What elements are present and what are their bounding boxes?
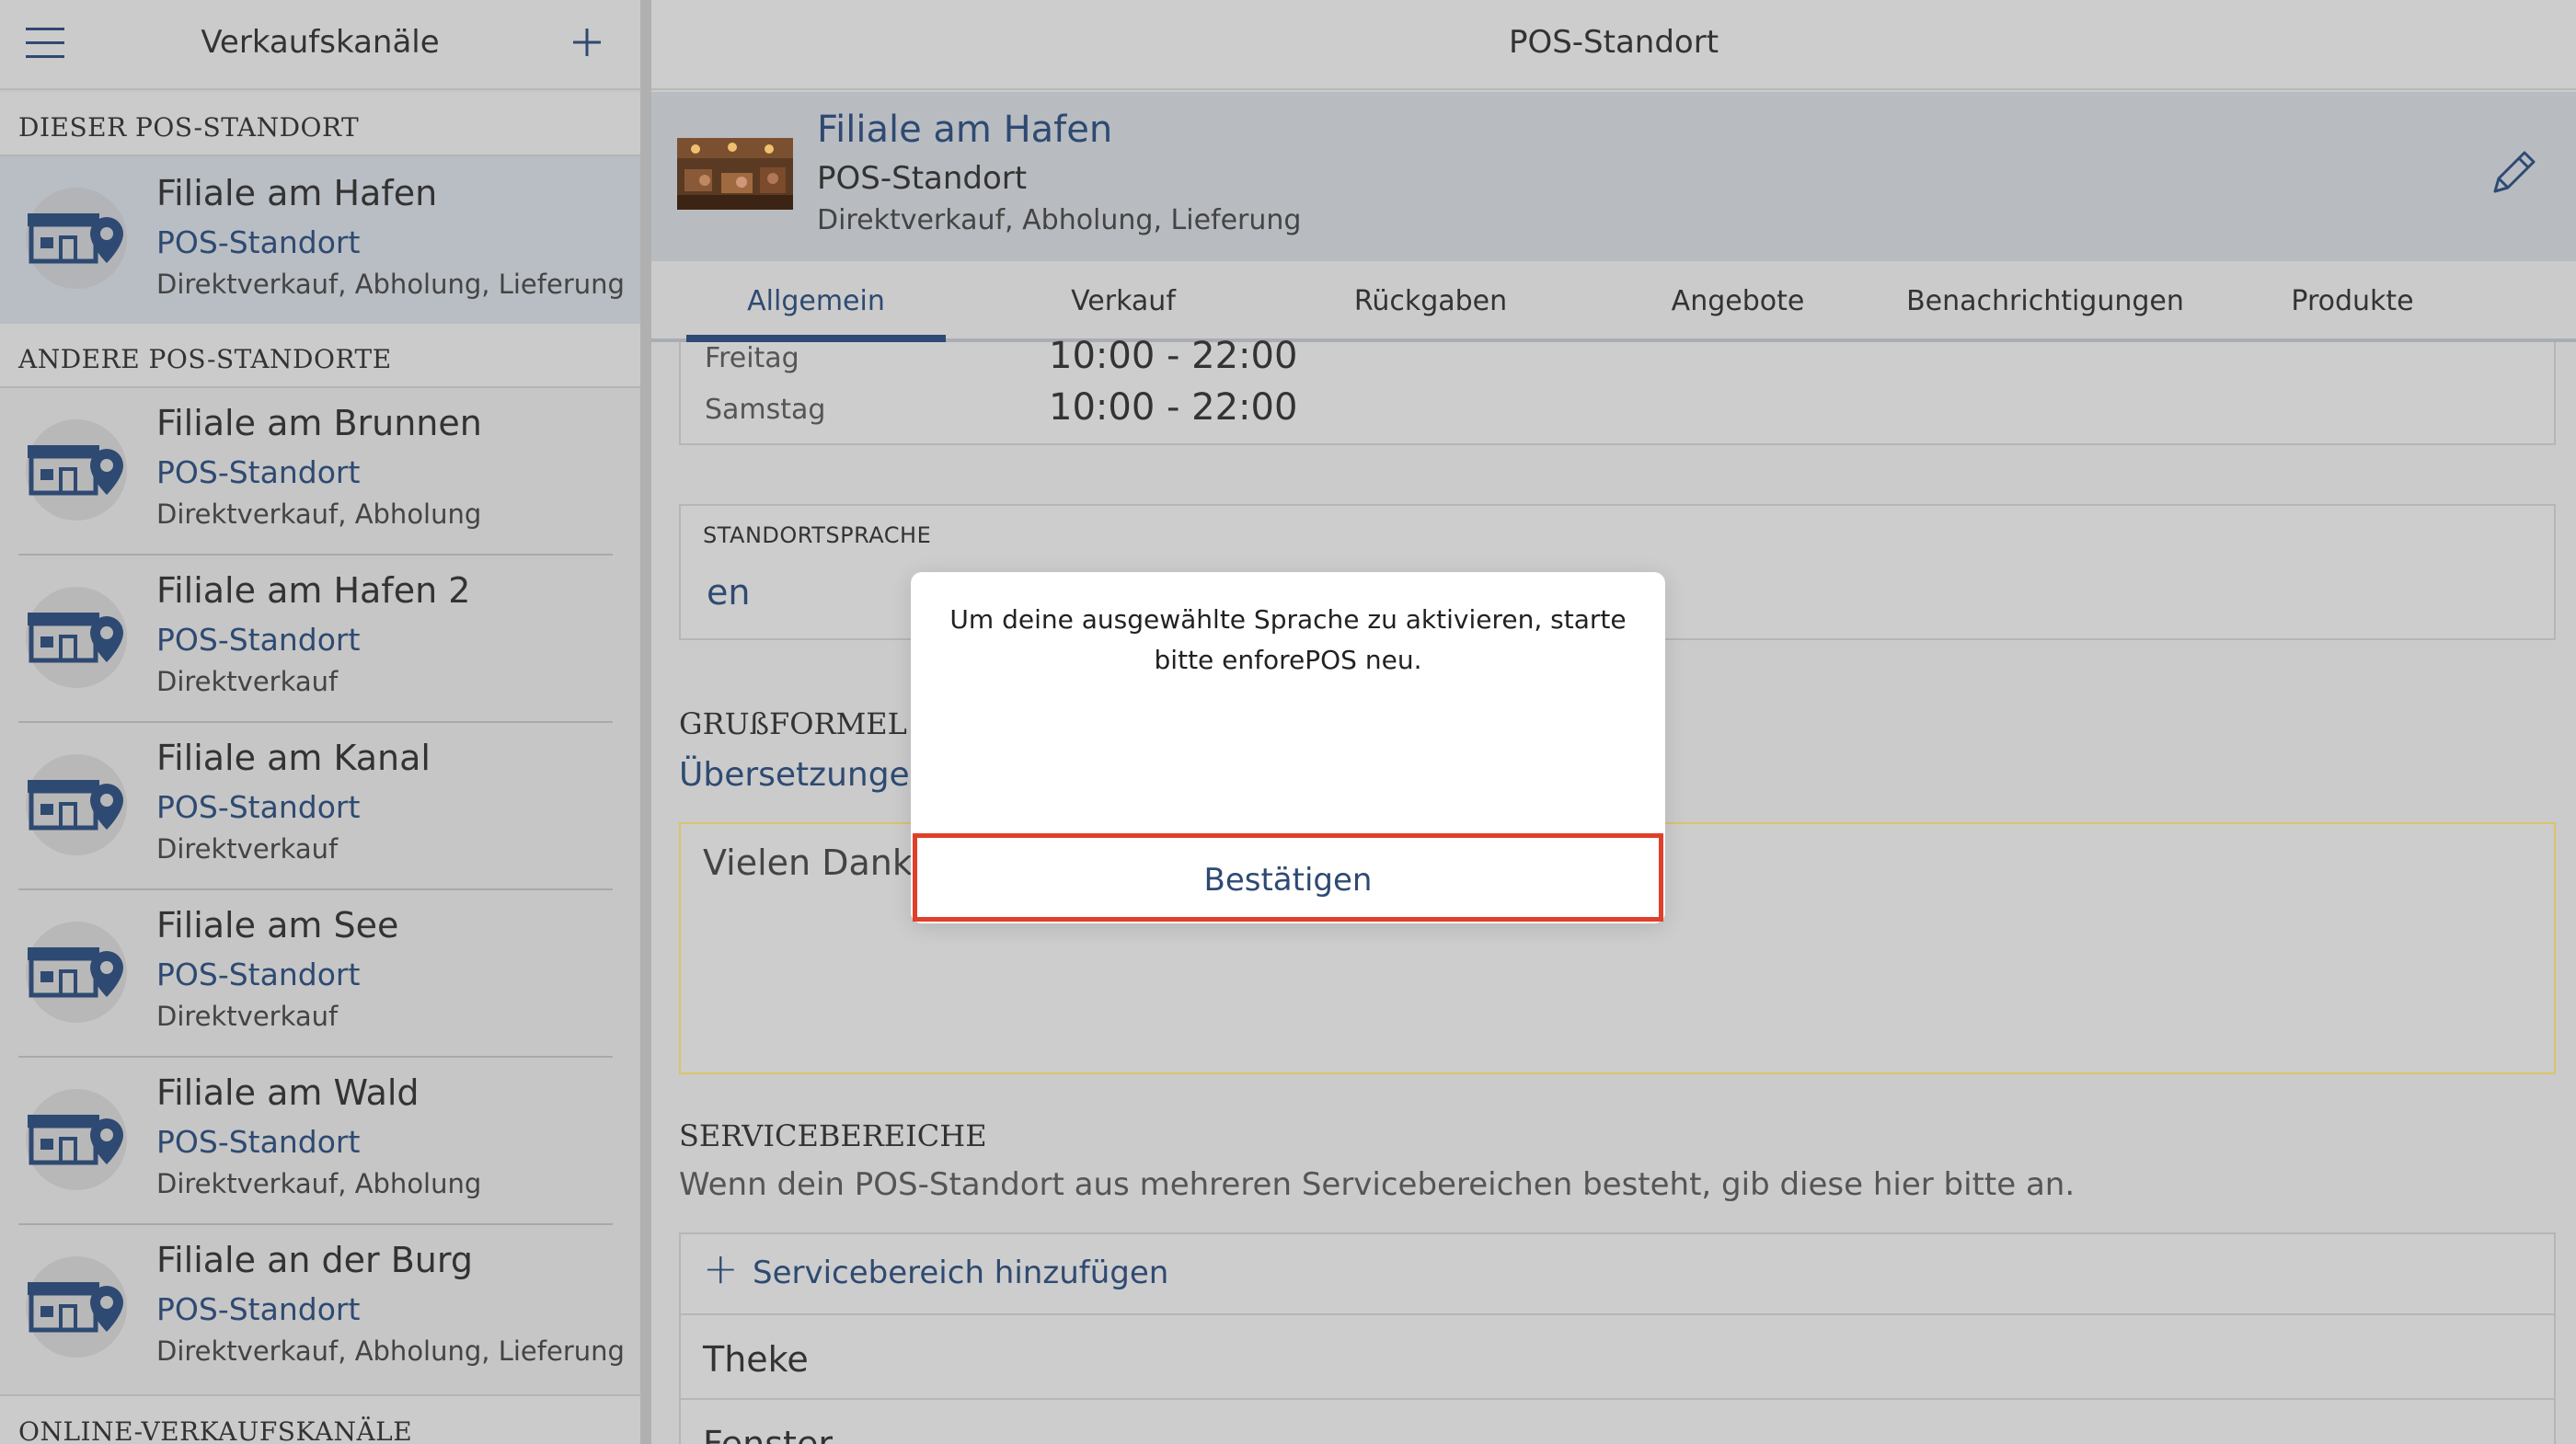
location-summary-card: Filiale am Hafen POS-Standort Direktverk… <box>651 92 2576 261</box>
opening-hours: Freitag 10:00 - 22:00 Samstag 10:00 - 22… <box>679 335 2556 445</box>
service-areas-description: Wenn dein POS-Standort aus mehreren Serv… <box>679 1166 2076 1203</box>
location-name: Filiale am Hafen <box>817 109 1113 151</box>
language-value: en <box>707 572 751 613</box>
sidebar-item-location[interactable]: Filiale am Wald POS-Standort Direktverka… <box>0 1058 640 1225</box>
sidebar-header: Verkaufskanäle <box>0 0 640 90</box>
location-desc: Direktverkauf <box>156 666 339 697</box>
store-location-icon <box>26 1256 127 1358</box>
main-header: POS-Standort <box>651 0 2576 90</box>
greeting-heading: GRUßFORMEL <box>679 706 907 741</box>
service-areas-list: + Servicebereich hinzufügen Theke Fenste… <box>679 1232 2556 1444</box>
location-desc: Direktverkauf, Abholung <box>156 499 482 530</box>
service-area-name: Theke <box>703 1339 809 1380</box>
translations-link[interactable]: Übersetzungen <box>679 756 931 794</box>
location-photo <box>677 138 793 210</box>
location-type: POS-Standort <box>156 789 361 825</box>
pencil-icon[interactable] <box>2486 145 2541 201</box>
location-name: Filiale am Hafen 2 <box>156 570 471 611</box>
location-name: Filiale am Brunnen <box>156 403 482 443</box>
location-name: Filiale an der Burg <box>156 1240 473 1280</box>
service-area-name: Fenster <box>703 1424 833 1444</box>
sidebar-item-location[interactable]: Filiale an der Burg POS-Standort Direktv… <box>0 1225 640 1392</box>
add-channel-button[interactable] <box>565 20 609 64</box>
location-type: POS-Standort <box>156 224 361 260</box>
store-location-icon <box>26 419 127 521</box>
location-desc: Direktverkauf, Abholung <box>156 1168 482 1199</box>
store-location-icon <box>26 188 127 289</box>
location-type: POS-Standort <box>156 1124 361 1160</box>
split-divider <box>640 0 651 1444</box>
tab-produkte[interactable]: Produkte <box>2199 285 2506 317</box>
store-location-icon <box>26 1089 127 1190</box>
language-label: STANDORTSPRACHE <box>703 522 932 548</box>
tab-allgemein[interactable]: Allgemein <box>662 285 970 317</box>
active-tab-indicator <box>686 335 946 342</box>
add-service-area-button[interactable]: + Servicebereich hinzufügen <box>681 1234 2554 1315</box>
location-name: Filiale am Hafen <box>156 173 438 213</box>
hours-time: 10:00 - 22:00 <box>1049 386 1298 429</box>
service-areas-heading: SERVICEBEREICHE <box>679 1118 987 1153</box>
store-location-icon <box>26 587 127 688</box>
sidebar-item-location[interactable]: Filiale am Kanal POS-Standort Direktverk… <box>0 723 640 890</box>
location-desc: Direktverkauf, Abholung, Lieferung <box>156 1335 625 1367</box>
location-name: Filiale am See <box>156 905 399 945</box>
sidebar-item-location[interactable]: Filiale am Brunnen POS-Standort Direktve… <box>0 388 640 556</box>
sidebar-title: Verkaufskanäle <box>201 24 440 61</box>
tab-rueckgaben[interactable]: Rückgaben <box>1277 285 1584 317</box>
location-desc: Direktverkauf <box>156 833 339 865</box>
location-type: POS-Standort <box>817 160 1028 197</box>
plus-icon: + <box>703 1243 739 1293</box>
location-desc: Direktverkauf, Abholung, Lieferung <box>817 204 1302 236</box>
sidebar-item-location[interactable]: Filiale am See POS-Standort Direktverkau… <box>0 890 640 1058</box>
location-desc: Direktverkauf <box>156 1001 339 1032</box>
confirm-button[interactable]: Bestätigen <box>913 833 1663 922</box>
location-type: POS-Standort <box>156 1291 361 1327</box>
hours-day: Freitag <box>705 342 799 374</box>
location-name: Filiale am Wald <box>156 1072 420 1113</box>
section-header-this-location: DIESER POS-STANDORT <box>0 92 640 156</box>
store-location-icon <box>26 754 127 855</box>
add-service-area-label: Servicebereich hinzufügen <box>753 1255 1169 1291</box>
location-type: POS-Standort <box>156 622 361 658</box>
store-location-icon <box>26 922 127 1023</box>
section-header-other-locations: ANDERE POS-STANDORTE <box>0 324 640 388</box>
sidebar-item-current-location[interactable]: Filiale am Hafen POS-Standort Direktverk… <box>0 156 640 324</box>
sidebar: Verkaufskanäle DIESER POS-STANDORT Filia… <box>0 0 640 1444</box>
location-desc: Direktverkauf, Abholung, Lieferung <box>156 269 625 300</box>
location-name: Filiale am Kanal <box>156 738 431 778</box>
service-area-item[interactable]: Fenster <box>681 1402 2554 1444</box>
sidebar-item-location[interactable]: Filiale am Hafen 2 POS-Standort Direktve… <box>0 556 640 723</box>
hours-day: Samstag <box>705 394 826 426</box>
dialog-message: Um deine ausgewählte Sprache zu aktivier… <box>949 604 1627 675</box>
service-area-item[interactable]: Theke <box>681 1317 2554 1400</box>
restart-alert-dialog: Um deine ausgewählte Sprache zu aktivier… <box>911 572 1665 923</box>
tab-benachrichtigungen[interactable]: Benachrichtigungen <box>1892 285 2199 317</box>
location-type: POS-Standort <box>156 957 361 992</box>
plus-icon <box>573 29 601 56</box>
location-type: POS-Standort <box>156 454 361 490</box>
hours-time: 10:00 - 22:00 <box>1049 335 1298 377</box>
tab-angebote[interactable]: Angebote <box>1584 285 1892 317</box>
page-title: POS-Standort <box>1508 24 1719 61</box>
tab-verkauf[interactable]: Verkauf <box>970 285 1277 317</box>
section-header-online-channels: ONLINE-VERKAUFSKANÄLE <box>0 1394 640 1444</box>
tab-bar: Allgemein Verkauf Rückgaben Angebote Ben… <box>651 261 2576 342</box>
